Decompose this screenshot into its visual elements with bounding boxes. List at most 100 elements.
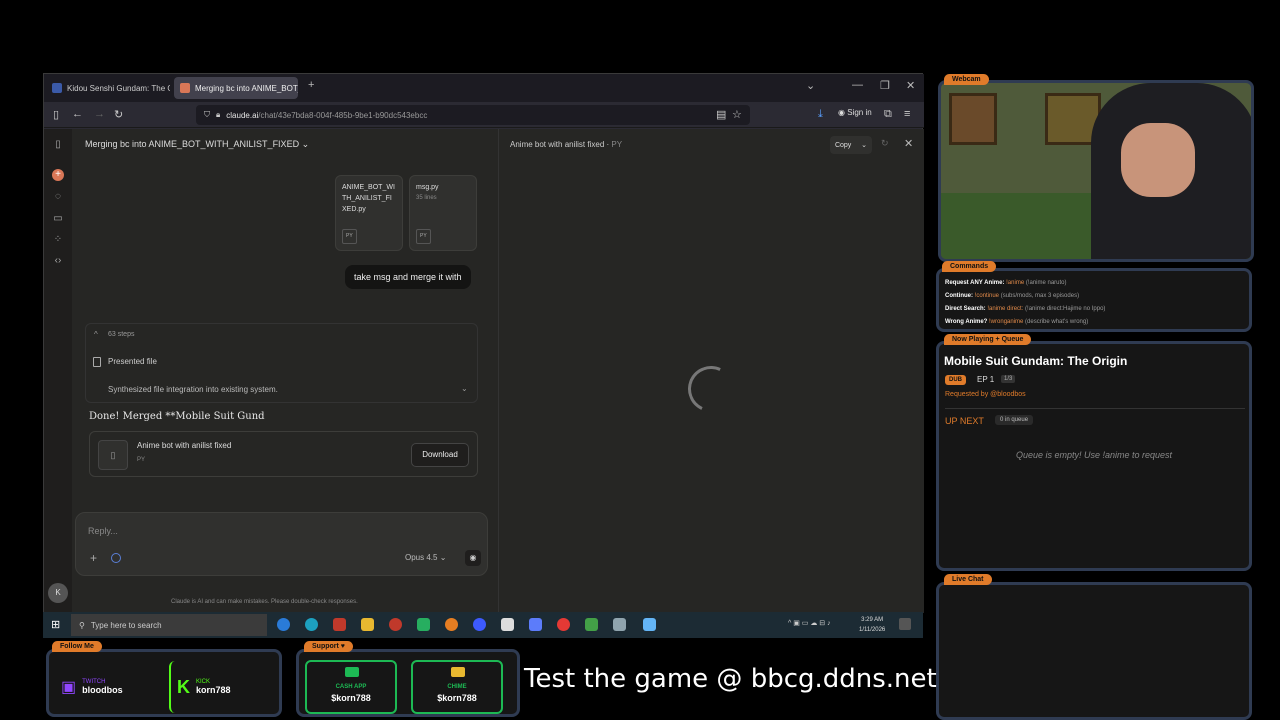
tab-claude-chat[interactable]: Merging bc into ANIME_BOT_W ✕ — [174, 77, 298, 99]
download-icon[interactable]: ⤓ — [818, 108, 823, 121]
sidebar-panel-icon[interactable]: ▯ — [52, 139, 64, 151]
date: 1/11/2026 — [859, 627, 886, 633]
close-panel-icon[interactable]: ✕ — [904, 137, 913, 150]
command-row: Continue: !continue (subs/mods, max 3 ep… — [945, 293, 1080, 299]
chevron-down-icon[interactable]: ⌄ — [861, 141, 867, 149]
nav-bar: ▯ ← → ↻ ⛉ 🔒︎ claude.ai/chat/43e7bda8-004… — [44, 102, 924, 128]
requested-by: Requested by @bloodbos — [945, 391, 1026, 398]
url-bar[interactable]: ⛉ 🔒︎ claude.ai/chat/43e7bda8-004f-485b-9… — [196, 105, 750, 125]
dub-badge: DUB — [945, 375, 966, 385]
app-icon[interactable] — [585, 618, 598, 631]
sign-in-button[interactable]: ◉ Sign in — [838, 108, 872, 117]
app-icon[interactable] — [557, 618, 570, 631]
forward-icon[interactable]: → — [94, 108, 105, 120]
reply-input[interactable]: Reply... — [88, 526, 118, 536]
support-panel: CASH APP $korn788 CHIME $korn788 — [296, 649, 520, 717]
app-icon[interactable] — [501, 618, 514, 631]
panel-divider[interactable] — [498, 129, 499, 613]
presented-file: Presented file — [108, 357, 157, 366]
tab-favicon — [52, 83, 62, 93]
disclaimer: Claude is AI and can make mistakes. Plea… — [171, 599, 358, 605]
firefox-icon[interactable] — [445, 618, 458, 631]
minimize-icon[interactable]: — — [852, 79, 863, 91]
app-icon[interactable] — [305, 618, 318, 631]
url-text: claude.ai/chat/43e7bda8-004f-485b-9be1-b… — [226, 110, 428, 120]
windows-start-icon[interactable]: ⊞ — [51, 618, 60, 631]
sidebar-toggle-icon[interactable]: ▯ — [53, 108, 59, 121]
command-row: Wrong Anime? !wronganime (describe what'… — [945, 319, 1089, 325]
clock[interactable]: 3:29 AM 1/11/2026 — [859, 615, 885, 635]
file-type-badge: PY — [342, 229, 357, 244]
artifacts-icon[interactable]: ⁘ — [52, 234, 64, 246]
close-window-icon[interactable]: ✕ — [906, 79, 915, 92]
bookmark-star-icon[interactable]: ☆ — [732, 108, 742, 121]
code-icon[interactable]: ‹› — [52, 255, 64, 267]
user-message: take msg and merge it with — [345, 265, 471, 289]
menu-icon[interactable]: ≡ — [904, 108, 910, 120]
app-icon[interactable] — [333, 618, 346, 631]
queue-empty-message: Queue is empty! Use !anime to request — [1015, 450, 1173, 460]
app-icon[interactable] — [613, 618, 626, 631]
assistant-text: Done! Merged **Mobile Suit Gund — [89, 411, 265, 422]
app-icon[interactable] — [417, 618, 430, 631]
artifact-name: Anime bot with anilist fixed — [137, 441, 232, 450]
left-rail: ▯ + ◌ ▭ ⁘ ‹› K — [44, 129, 72, 613]
projects-icon[interactable]: ▭ — [52, 213, 64, 225]
twitch-card: ▣ TWITCH bloodbos — [55, 661, 165, 713]
tab-favicon — [180, 83, 190, 93]
cashapp-label: CASH APP — [335, 684, 367, 690]
back-icon[interactable]: ← — [72, 108, 83, 120]
refresh-icon[interactable]: ↻ — [881, 138, 889, 149]
tab-label: Kidou Senshi Gundam: The Origi — [67, 83, 170, 93]
system-tray[interactable]: ^ ▣ ▭ ☁ ⊟ ♪ — [788, 619, 831, 627]
add-icon[interactable]: + — [90, 551, 97, 565]
chats-icon[interactable]: ◌ — [52, 191, 64, 203]
kick-card: K KICK korn788 — [169, 661, 277, 713]
chime-label: CHIME — [447, 684, 467, 690]
tools-icon[interactable] — [111, 553, 121, 563]
model-selector[interactable]: Opus 4.5 ⌄ — [405, 553, 446, 562]
download-button[interactable]: Download — [411, 443, 469, 467]
voice-icon[interactable]: ◉ — [465, 550, 481, 566]
loading-spinner — [681, 359, 741, 419]
file-card[interactable]: msg.py 35 lines PY — [409, 175, 477, 251]
app-icon[interactable] — [277, 618, 290, 631]
file-sub: 35 lines — [416, 195, 437, 201]
tab-list-chevron-icon[interactable]: ⌄ — [806, 79, 815, 92]
reply-box[interactable]: Reply... + Opus 4.5 ⌄ ◉ — [75, 512, 488, 576]
chevron-down-icon[interactable]: ⌄ — [461, 384, 468, 393]
chime-user: $korn788 — [437, 693, 477, 703]
queue-count: 0 in queue — [995, 415, 1034, 425]
restore-icon[interactable]: ❐ — [880, 79, 890, 92]
document-icon: ▯ — [98, 440, 128, 470]
artifact-card[interactable]: ▯ Anime bot with anilist fixed PY Downlo… — [89, 431, 478, 477]
now-playing-label: Now Playing + Queue — [944, 334, 1032, 345]
app-icon[interactable] — [643, 618, 656, 631]
steps-count[interactable]: 63 steps — [108, 331, 134, 338]
webcam-label: Webcam — [944, 74, 989, 85]
new-tab-icon[interactable]: + — [308, 79, 314, 91]
taskbar: ⊞ ⚲ Type here to search ^ ▣ ▭ ☁ ⊟ ♪ 3:29… — [43, 612, 923, 638]
copy-button[interactable]: Copy ⌄ — [830, 136, 872, 154]
folder-icon[interactable] — [361, 618, 374, 631]
notifications-icon[interactable] — [899, 618, 911, 630]
new-chat-icon[interactable]: + — [52, 169, 64, 181]
synth-summary: Synthesized file integration into existi… — [108, 385, 278, 394]
taskbar-search[interactable]: ⚲ Type here to search — [71, 614, 267, 636]
reader-view-icon[interactable]: ▤ — [716, 108, 726, 121]
app-icon[interactable] — [473, 618, 486, 631]
webcam-feed — [938, 80, 1254, 262]
extensions-icon[interactable]: ⧉ — [884, 108, 892, 121]
now-playing-title: Mobile Suit Gundam: The Origin — [944, 354, 1128, 368]
chat-title[interactable]: Merging bc into ANIME_BOT_WITH_ANILIST_F… — [85, 139, 309, 150]
reload-icon[interactable]: ↻ — [114, 108, 123, 121]
avatar[interactable]: K — [48, 583, 68, 603]
file-card[interactable]: ANIME_BOT_WITH_ANILIST_FIXED.py PY — [335, 175, 403, 251]
tab-gundam[interactable]: Kidou Senshi Gundam: The Origi ✕ — [46, 77, 170, 99]
app-icon[interactable] — [389, 618, 402, 631]
search-icon: ⚲ — [79, 620, 85, 630]
app-icon[interactable] — [529, 618, 542, 631]
chevron-up-icon[interactable]: ^ — [94, 330, 98, 339]
artifact-panel-title: Anime bot with anilist fixed · PY — [510, 140, 623, 149]
cashapp-user: $korn788 — [331, 693, 371, 703]
